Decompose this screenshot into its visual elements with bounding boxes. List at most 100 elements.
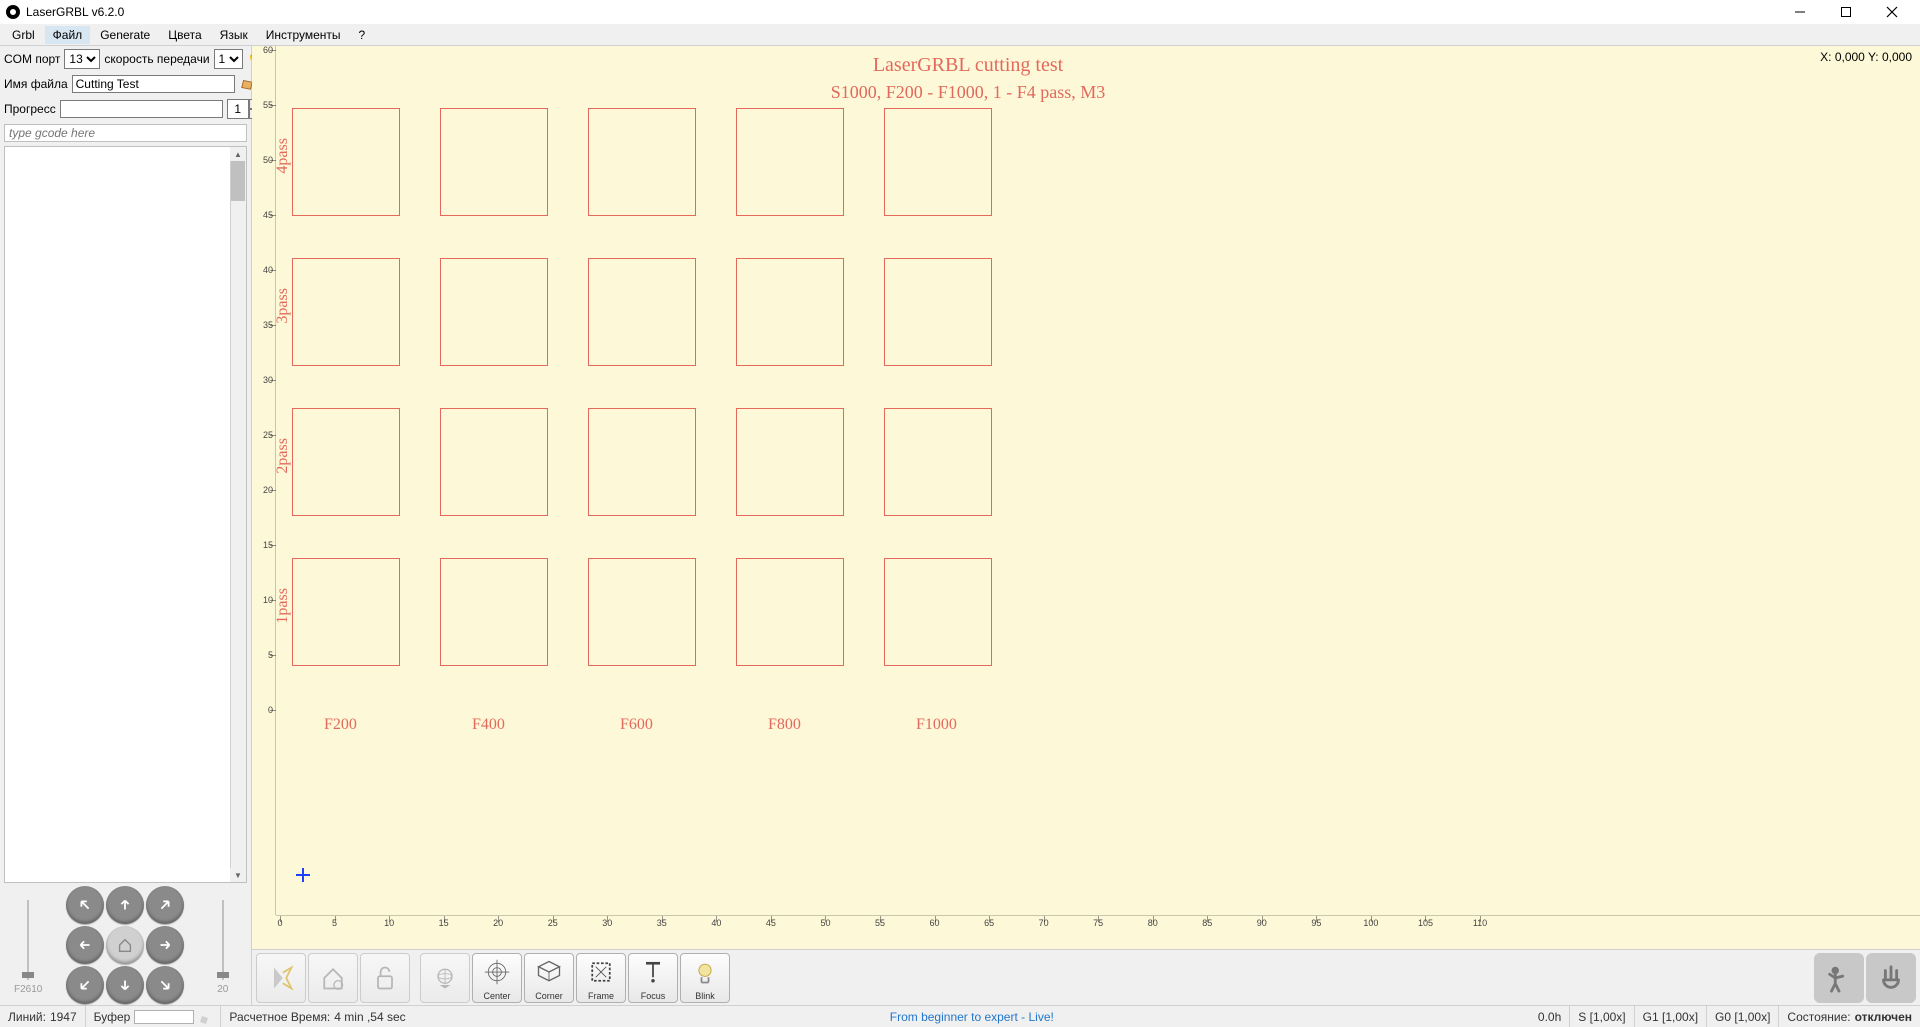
sidebar: COM порт 13 скорость передачи 1 Имя файл… [0, 46, 252, 1005]
speed-label: F600 [620, 716, 653, 734]
corner-label: Corner [535, 991, 563, 1001]
jog-e-button[interactable] [146, 926, 184, 964]
run-button[interactable] [1814, 953, 1864, 1003]
menu-bar: Grbl Файл Generate Цвета Язык Инструмент… [0, 24, 1920, 46]
g0-override-cell[interactable]: G0 [1,00x] [1707, 1006, 1779, 1027]
pass-label: 2pass [274, 438, 292, 474]
menu-language[interactable]: Язык [212, 26, 256, 44]
state-label: Состояние: [1787, 1010, 1850, 1024]
preview-canvas[interactable]: X: 0,000 Y: 0,000 6055504540353025201510… [252, 46, 1920, 949]
gcode-input[interactable] [4, 124, 247, 142]
menu-generate[interactable]: Generate [92, 26, 158, 44]
test-square [588, 258, 696, 366]
step-slider[interactable]: 20 [213, 895, 233, 995]
ruler-vertical: 605550454035302520151050 [252, 46, 276, 915]
speed-label: F400 [472, 716, 505, 734]
test-square [884, 408, 992, 516]
console-output[interactable]: ▲ ▼ [4, 146, 247, 883]
filename-input[interactable] [72, 75, 235, 93]
test-square [736, 108, 844, 216]
jog-ne-button[interactable] [146, 886, 184, 924]
center-button[interactable]: Center [472, 953, 522, 1003]
test-square [440, 408, 548, 516]
preview-content: LaserGRBL cutting test S1000, F200 - F10… [276, 46, 1920, 915]
speed-label: F1000 [916, 716, 957, 734]
test-square [736, 558, 844, 666]
menu-tools[interactable]: Инструменты [258, 26, 349, 44]
g1-override-cell[interactable]: G1 [1,00x] [1635, 1006, 1707, 1027]
progress-label: Прогресс [4, 102, 56, 116]
feed-slider-label: F2610 [14, 984, 42, 995]
ruler-horizontal: 0510152025303540455055606570758085909510… [276, 915, 1920, 931]
hours-cell: 0.0h [1530, 1006, 1570, 1027]
blink-label: Blink [695, 991, 715, 1001]
jog-s-button[interactable] [106, 966, 144, 1004]
preview-subtitle: S1000, F200 - F1000, 1 - F4 pass, M3 [276, 82, 1660, 103]
home-button[interactable] [308, 953, 358, 1003]
state-cell: Состояние: отключен [1779, 1006, 1920, 1027]
progress-input[interactable] [60, 100, 223, 118]
menu-grbl[interactable]: Grbl [4, 26, 43, 44]
test-square [736, 258, 844, 366]
step-slider-label: 20 [217, 984, 228, 995]
lines-cell: Линий: 1947 [0, 1006, 86, 1027]
close-button[interactable] [1878, 2, 1906, 22]
menu-colors[interactable]: Цвета [160, 26, 209, 44]
jog-sw-button[interactable] [66, 966, 104, 1004]
jog-panel: F2610 20 [0, 885, 251, 1005]
test-square [884, 108, 992, 216]
frame-label: Frame [588, 991, 614, 1001]
jog-se-button[interactable] [146, 966, 184, 1004]
test-square [292, 558, 400, 666]
minimize-button[interactable] [1786, 2, 1814, 22]
globe-button[interactable] [420, 953, 470, 1003]
pass-label: 1pass [274, 588, 292, 624]
jog-n-button[interactable] [106, 886, 144, 924]
jog-home-button[interactable] [106, 926, 144, 964]
filename-label: Имя файла [4, 77, 68, 91]
stop-button[interactable] [1866, 953, 1916, 1003]
window-title: LaserGRBL v6.2.0 [26, 5, 1786, 19]
test-square [292, 108, 400, 216]
test-square [588, 408, 696, 516]
test-square [440, 108, 548, 216]
s-override-cell[interactable]: S [1,00x] [1570, 1006, 1634, 1027]
pass-label: 4pass [274, 138, 292, 174]
origin-icon [296, 868, 310, 885]
buffer-progress [134, 1010, 194, 1024]
baud-label: скорость передачи [104, 52, 209, 66]
title-bar: LaserGRBL v6.2.0 [0, 0, 1920, 24]
test-square [588, 558, 696, 666]
test-square [588, 108, 696, 216]
jog-nw-button[interactable] [66, 886, 104, 924]
console-scrollbar[interactable]: ▲ ▼ [230, 147, 246, 882]
app-icon [6, 5, 20, 19]
buffer-label: Буфер [94, 1010, 131, 1024]
scroll-thumb[interactable] [231, 161, 245, 201]
focus-button[interactable]: Focus [628, 953, 678, 1003]
time-label: Расчетное Время: [229, 1010, 330, 1024]
reset-button[interactable] [256, 953, 306, 1003]
lines-value: 1947 [50, 1010, 77, 1024]
scroll-down-icon[interactable]: ▼ [230, 868, 246, 882]
lines-label: Линий: [8, 1010, 46, 1024]
status-bar: Линий: 1947 Буфер Расчетное Время: 4 min… [0, 1005, 1920, 1027]
jog-w-button[interactable] [66, 926, 104, 964]
test-square [884, 558, 992, 666]
tutorial-link[interactable]: From beginner to expert - Live! [890, 1010, 1054, 1024]
baud-select[interactable]: 1 [214, 49, 243, 69]
test-square [440, 258, 548, 366]
unlock-button[interactable] [360, 953, 410, 1003]
blink-button[interactable]: Blink [680, 953, 730, 1003]
pass-label: 3pass [274, 288, 292, 324]
com-port-select[interactable]: 13 [64, 49, 100, 69]
passes-value[interactable] [227, 99, 249, 119]
scroll-up-icon[interactable]: ▲ [230, 147, 246, 161]
frame-button[interactable]: Frame [576, 953, 626, 1003]
menu-file[interactable]: Файл [45, 26, 91, 44]
corner-button[interactable]: Corner [524, 953, 574, 1003]
focus-label: Focus [641, 991, 666, 1001]
menu-help[interactable]: ? [351, 26, 374, 44]
feed-slider[interactable]: F2610 [18, 895, 38, 995]
maximize-button[interactable] [1832, 2, 1860, 22]
